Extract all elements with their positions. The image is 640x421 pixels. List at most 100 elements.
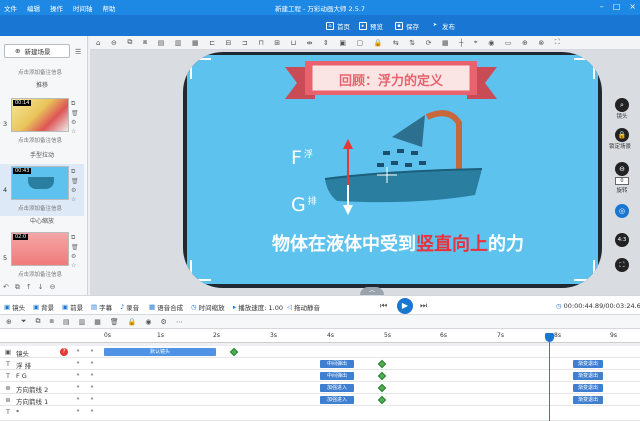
delete-icon[interactable]: 🗑 (110, 318, 119, 326)
lock-icon[interactable]: 🔒 (128, 318, 137, 326)
visibility-dot[interactable]: • (76, 371, 80, 379)
filter-icon[interactable]: ⏷ (21, 317, 27, 326)
settings-icon[interactable]: ⚙ (161, 318, 167, 326)
tts-button[interactable]: ▦ 语音合成 (149, 302, 183, 312)
paste-icon[interactable]: ⧈ (49, 317, 53, 326)
publish-button[interactable]: ➤ 发布 (427, 19, 459, 32)
timeline-ruler[interactable]: 0s 1s 2s 3s 4s 5s 6s 7s 8s 9s (0, 329, 640, 343)
delete-icon[interactable]: 🗑 (71, 178, 79, 185)
lock-dot[interactable]: • (90, 383, 94, 391)
zoom-out-icon[interactable]: ⊖ (111, 39, 117, 47)
timeline-track[interactable]: T * • • (0, 406, 640, 421)
screen-icon[interactable]: ▭ (505, 39, 512, 47)
minimize-icon[interactable]: – (600, 2, 604, 11)
keyframe-diamond[interactable] (229, 347, 239, 357)
star-icon[interactable]: ☆ (71, 196, 79, 203)
help-icon[interactable]: ? (60, 348, 68, 356)
lock-dot[interactable]: • (90, 347, 94, 355)
visibility-dot[interactable]: • (76, 383, 80, 391)
grid-icon[interactable]: ▦ (442, 39, 449, 47)
subtitle-button[interactable]: ▤ 字幕 (91, 302, 112, 312)
home-icon[interactable]: ⌂ (96, 39, 100, 47)
timeline-track[interactable]: ▣ 镜头 ? • • 默认镜头 (0, 346, 640, 358)
next-frame-icon[interactable]: ⏭ (420, 301, 427, 311)
settings-icon[interactable]: ⚙ (71, 187, 79, 194)
star-icon[interactable]: ☆ (71, 128, 79, 135)
snap-icon[interactable]: ⌖ (474, 38, 478, 47)
keyframe-diamond[interactable] (377, 371, 387, 381)
flip-h-icon[interactable]: ⇆ (393, 39, 399, 47)
align-center-icon[interactable]: ⊟ (226, 39, 232, 47)
add-icon[interactable]: ⊕ (6, 318, 12, 326)
move-up-icon[interactable]: ↑ (26, 283, 32, 291)
settings-icon[interactable]: ⚙ (71, 253, 79, 260)
timeline-clip[interactable]: 加强进入 (320, 384, 354, 392)
layer-up-icon[interactable]: ▥ (79, 318, 86, 326)
scene-list-icon[interactable]: ☰ (75, 48, 81, 56)
delete-icon[interactable]: ⊖ (50, 283, 56, 291)
scene-item-selected[interactable]: 4 00:43 ⧉ 🗑 ⚙ ☆ 点击添加备注信息 中心缩放 (0, 164, 84, 225)
distribute-h-icon[interactable]: ⇹ (307, 39, 313, 47)
align-top-icon[interactable]: ⊓ (258, 39, 263, 47)
drag-mute-button[interactable]: ◁ 拖动静音 (287, 302, 320, 312)
flip-v-icon[interactable]: ⇅ (409, 39, 415, 47)
timeline-clip[interactable]: 加强进入 (320, 396, 354, 404)
save-button[interactable]: ▪ 保存 (391, 19, 423, 32)
fullscreen-tool[interactable]: ⛶ (611, 258, 633, 272)
lock-dot[interactable]: • (90, 371, 94, 379)
delete-icon[interactable]: 🗑 (71, 110, 79, 117)
visibility-dot[interactable]: • (76, 407, 80, 415)
zoom-in-icon[interactable]: ⊕ (522, 39, 528, 47)
preview-button[interactable]: ▸ 预览 (355, 19, 387, 32)
align-left-icon[interactable]: ⊏ (209, 39, 215, 47)
background-button[interactable]: ▣ 背景 (33, 302, 54, 312)
prev-frame-icon[interactable]: ⏮ (380, 301, 387, 311)
timeline-clip[interactable]: 中间弹出 (320, 360, 354, 368)
camera-tool[interactable]: ⌕ 镜头 (611, 98, 633, 120)
copy-icon[interactable]: ⧉ (35, 317, 40, 326)
playhead-handle[interactable] (545, 333, 554, 342)
align-middle-icon[interactable]: ⊞ (274, 39, 280, 47)
copy-icon[interactable]: ⧉ (127, 38, 132, 47)
timeline-clip[interactable]: 渐变退出 (573, 372, 603, 380)
camera-button[interactable]: ▣ 镜头 (4, 302, 25, 312)
copy-icon[interactable]: ⧉ (71, 168, 79, 176)
timeline-track[interactable]: ⊛ 方向箭线 1 • • 加强进入 渐变退出 (0, 394, 640, 406)
slide-canvas[interactable]: 回顾：浮力的定义 F浮 G排 物体在液体中受到竖直向上的力 (187, 55, 598, 284)
aspect-ratio-tool[interactable]: 4:3 (611, 233, 633, 247)
record-button[interactable]: ♪ 录音 (120, 302, 139, 312)
visibility-dot[interactable]: • (76, 395, 80, 403)
align-right-icon[interactable]: ⊐ (242, 39, 248, 47)
timeline-clip[interactable]: 渐变退出 (573, 396, 603, 404)
scene-thumbnail[interactable]: 02:0 (11, 232, 69, 266)
align-bottom-icon[interactable]: ⊔ (291, 39, 296, 47)
copy-icon[interactable]: ⧉ (15, 283, 20, 292)
visibility-dot[interactable]: • (76, 359, 80, 367)
ungroup-icon[interactable]: ▢ (356, 39, 363, 47)
layer-down-icon[interactable]: ▦ (192, 39, 199, 47)
fullscreen-icon[interactable]: ⛶ (555, 38, 560, 47)
paste-icon[interactable]: ⧈ (143, 38, 147, 47)
eye-icon[interactable]: ◉ (488, 39, 494, 47)
move-down-icon[interactable]: ↓ (38, 283, 44, 291)
eye-icon[interactable]: ◉ (145, 318, 151, 326)
distribute-v-icon[interactable]: ⇕ (323, 39, 329, 47)
undo-icon[interactable]: ↶ (3, 283, 9, 291)
foreground-button[interactable]: ▣ 前景 (62, 302, 83, 312)
lock-dot[interactable]: • (90, 359, 94, 367)
guide-icon[interactable]: ┼ (459, 39, 463, 47)
scene-thumbnail[interactable]: 00:43 (11, 166, 69, 200)
maximize-icon[interactable]: □ (613, 2, 621, 11)
delete-icon[interactable]: 🗑 (71, 244, 79, 251)
timeline-track[interactable]: T浮 排 • • 中间弹出 渐变退出 (0, 358, 640, 370)
timeline-clip[interactable]: 渐变退出 (573, 360, 603, 368)
timeline-clip[interactable]: 中间弹出 (320, 372, 354, 380)
copy-icon[interactable]: ⧉ (71, 234, 79, 242)
timeline-clip[interactable]: 默认镜头 (104, 348, 216, 356)
layer-up-icon[interactable]: ▥ (175, 39, 182, 47)
new-scene-button[interactable]: ⊕ 新建场景 (4, 44, 70, 58)
play-speed-button[interactable]: ▸ 播放速度: 1.00 (233, 302, 283, 312)
keyframe-diamond[interactable] (377, 395, 387, 405)
timeline-track[interactable]: TF G • • 中间弹出 渐变退出 (0, 370, 640, 382)
lock-icon[interactable]: 🔒 (374, 39, 383, 47)
